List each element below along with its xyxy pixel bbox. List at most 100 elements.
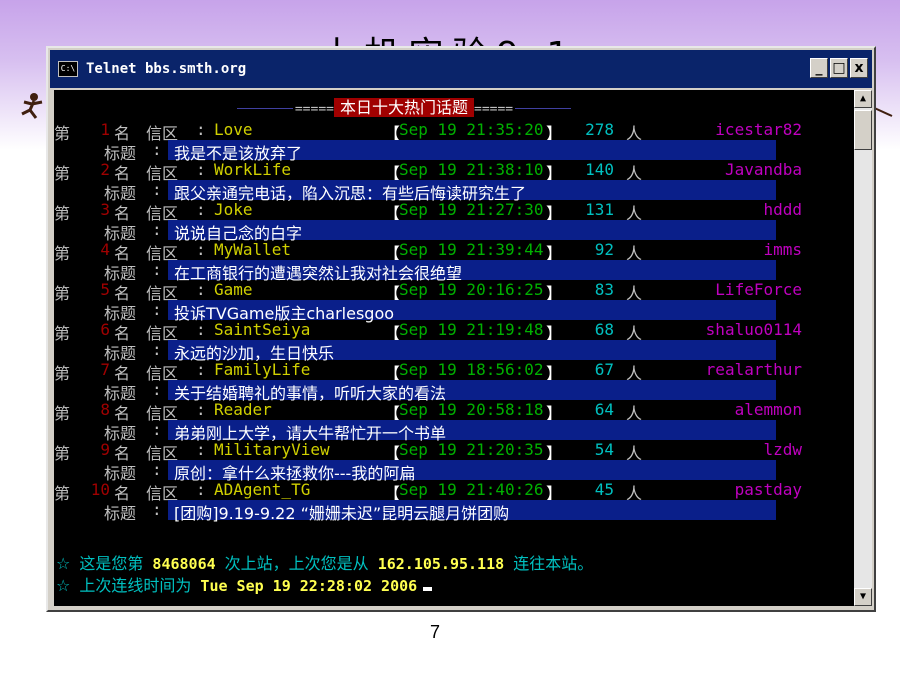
- banner-right-dashes: =====: [474, 102, 514, 117]
- topic-meta-line: 第 8 名信区: Reader 【Sep 19 20:58:18】 64 人 alemmon: [54, 400, 854, 423]
- footer-text: 上次连线时间为: [79, 576, 192, 595]
- topic-meta-line: 第 6 名信区: SaintSeiya 【Sep 19 21:19:48】 68 人 shal…: [54, 320, 854, 343]
- topic-count: 92: [594, 240, 614, 259]
- colon: :: [152, 380, 162, 399]
- terminal-screen[interactable]: ===== 本日十大热门话题 ===== 第 1 名信区: Love 【Sep 19 21:…: [54, 90, 854, 606]
- topic-title[interactable]: [团购]9.19-9.22 “姗姗未迟”昆明云腿月饼团购: [174, 500, 509, 524]
- colon: :: [196, 200, 206, 219]
- console-app-icon[interactable]: C:\: [58, 61, 78, 77]
- star-icon: ☆: [56, 576, 71, 595]
- scroll-down-button[interactable]: ▼: [854, 588, 872, 606]
- maximize-button[interactable]: □: [830, 58, 848, 78]
- close-button[interactable]: x: [850, 58, 868, 78]
- footer-visit-line: ☆ 这是您第 8468064 次上站，上次您是从 162.105.95.118 …: [56, 550, 593, 574]
- topic-board[interactable]: FamilyLife: [214, 360, 310, 379]
- topic-meta-line: 第 4 名信区: MyWallet 【Sep 19 21:39:44】 92 人 imms: [54, 240, 854, 263]
- footer-time-line: ☆ 上次连线时间为 Tue Sep 19 22:28:02 2006: [56, 572, 433, 596]
- topic-rank: 3: [100, 200, 110, 219]
- colon: :: [152, 260, 162, 279]
- topic-meta-line: 第 2 名信区: WorkLife 【Sep 19 21:38:10】 140 人 Javan…: [54, 160, 854, 183]
- topic-author[interactable]: realarthur: [674, 360, 802, 379]
- topic-count: 140: [585, 160, 614, 179]
- topic-count: 67: [594, 360, 614, 379]
- topic-author[interactable]: lzdw: [674, 440, 802, 459]
- topic-title-line: 标题: [团购]9.19-9.22 “姗姗未迟”昆明云腿月饼团购: [54, 500, 854, 523]
- topic-rank: 4: [100, 240, 110, 259]
- topic-board[interactable]: Love: [214, 120, 253, 139]
- banner-rule-right: [515, 108, 572, 109]
- topic-rank: 6: [100, 320, 110, 339]
- topic-author[interactable]: LifeForce: [674, 280, 802, 299]
- topic-row[interactable]: 第 5 名信区: Game 【Sep 19 20:16:25】 83 人 LifeForce 标…: [54, 280, 854, 323]
- footer-text: 次上站，上次您是从: [224, 554, 369, 573]
- topic-count: 45: [594, 480, 614, 499]
- window-controls: _ □ x: [810, 58, 868, 78]
- topic-count: 64: [594, 400, 614, 419]
- topic-meta-line: 第 7 名信区: FamilyLife 【Sep 19 18:56:02】 67 人 real…: [54, 360, 854, 383]
- topic-board[interactable]: Reader: [214, 400, 272, 419]
- topic-row[interactable]: 第 7 名信区: FamilyLife 【Sep 19 18:56:02】 67 人 real…: [54, 360, 854, 403]
- colon: :: [196, 120, 206, 139]
- scroll-thumb[interactable]: [854, 110, 872, 150]
- topic-board[interactable]: Game: [214, 280, 253, 299]
- topic-board[interactable]: ADAgent_TG: [214, 480, 310, 499]
- topic-row[interactable]: 第 3 名信区: Joke 【Sep 19 21:27:30】 131 人 hddd 标题: 说说…: [54, 200, 854, 243]
- topic-row[interactable]: 第 9 名信区: MilitaryView 【Sep 19 21:20:35】 54 人 lz…: [54, 440, 854, 483]
- topic-author[interactable]: Javandba: [674, 160, 802, 179]
- footer-text: 这是您第: [79, 554, 144, 573]
- scroll-up-button[interactable]: ▲: [854, 90, 872, 108]
- topic-rank: 7: [100, 360, 110, 379]
- topic-board[interactable]: Joke: [214, 200, 253, 219]
- topic-title-line: 标题: 我是不是该放弃了: [54, 140, 854, 163]
- colon: :: [152, 180, 162, 199]
- topic-row[interactable]: 第 2 名信区: WorkLife 【Sep 19 21:38:10】 140 人 Javan…: [54, 160, 854, 203]
- topic-count: 54: [594, 440, 614, 459]
- topic-author[interactable]: icestar82: [674, 120, 802, 139]
- topic-author[interactable]: alemmon: [674, 400, 802, 419]
- topic-author[interactable]: imms: [674, 240, 802, 259]
- colon: :: [152, 340, 162, 359]
- topic-author[interactable]: shaluo0114: [674, 320, 802, 339]
- topic-row[interactable]: 第 4 名信区: MyWallet 【Sep 19 21:39:44】 92 人 imms 标题…: [54, 240, 854, 283]
- vertical-scrollbar[interactable]: ▲ ▼: [854, 90, 872, 606]
- page-number: 7: [430, 622, 441, 642]
- colon: :: [152, 500, 162, 519]
- topic-meta-line: 第 1 名信区: Love 【Sep 19 21:35:20】 278 人 icestar82: [54, 120, 854, 143]
- topic-board[interactable]: SaintSeiya: [214, 320, 310, 339]
- topic-row[interactable]: 第 6 名信区: SaintSeiya 【Sep 19 21:19:48】 68 人 shal…: [54, 320, 854, 363]
- colon: :: [152, 300, 162, 319]
- colon: :: [196, 240, 206, 259]
- topic-meta-line: 第 3 名信区: Joke 【Sep 19 21:27:30】 131 人 hddd: [54, 200, 854, 223]
- topic-board[interactable]: MyWallet: [214, 240, 291, 259]
- topic-time: Sep 19 20:16:25: [399, 280, 544, 299]
- colon: :: [152, 220, 162, 239]
- last-login-time: Tue Sep 19 22:28:02 2006: [200, 577, 418, 595]
- topic-title-line: 标题: 跟父亲通完电话，陷入沉思：有些后悔读研究生了: [54, 180, 854, 203]
- last-ip: 162.105.95.118: [377, 555, 505, 573]
- topic-board[interactable]: WorkLife: [214, 160, 291, 179]
- topic-meta-line: 第 10 名信区: ADAgent_TG 【Sep 19 21:40:26】 45 人 pas…: [54, 480, 854, 503]
- topic-row[interactable]: 第 10 名信区: ADAgent_TG 【Sep 19 21:40:26】 45 人 pas…: [54, 480, 854, 523]
- topic-row[interactable]: 第 8 名信区: Reader 【Sep 19 20:58:18】 64 人 alemmon 标…: [54, 400, 854, 443]
- banner-rule-left: [236, 108, 293, 109]
- topic-board[interactable]: MilitaryView: [214, 440, 330, 459]
- topic-count: 83: [594, 280, 614, 299]
- window-titlebar[interactable]: C:\ Telnet bbs.smth.org _ □ x: [50, 50, 872, 88]
- colon: :: [152, 140, 162, 159]
- topic-time: Sep 19 21:27:30: [399, 200, 544, 219]
- topic-title-line: 标题: 永远的沙加，生日快乐: [54, 340, 854, 363]
- topic-author[interactable]: hddd: [674, 200, 802, 219]
- topic-row[interactable]: 第 1 名信区: Love 【Sep 19 21:35:20】 278 人 icestar82…: [54, 120, 854, 163]
- topic-author[interactable]: pastday: [674, 480, 802, 499]
- star-icon: ☆: [56, 554, 71, 573]
- topic-title-line: 标题: 原创：拿什么来拯救你---我的阿扁: [54, 460, 854, 483]
- colon: :: [196, 400, 206, 419]
- colon: :: [196, 320, 206, 339]
- topic-title-line: 标题: 投诉TVGame版主charlesgoo: [54, 300, 854, 323]
- footer-text: 连往本站。: [513, 554, 594, 573]
- topic-meta-line: 第 5 名信区: Game 【Sep 19 20:16:25】 83 人 LifeForce: [54, 280, 854, 303]
- minimize-button[interactable]: _: [810, 58, 828, 78]
- colon: :: [152, 420, 162, 439]
- banner-title: 本日十大热门话题: [333, 98, 474, 117]
- colon: :: [196, 360, 206, 379]
